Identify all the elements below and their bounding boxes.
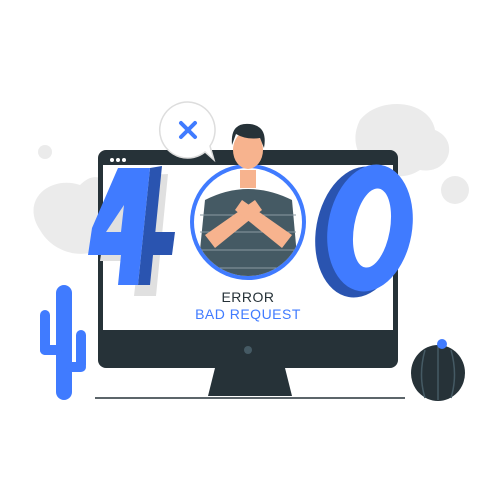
error-400-illustration: ERROR BAD REQUEST	[0, 0, 500, 500]
bad-request-message: BAD REQUEST	[195, 306, 301, 322]
error-label: ERROR	[221, 289, 275, 305]
illustration-canvas	[33, 101, 469, 401]
round-cactus-icon	[411, 339, 465, 401]
monitor-stand	[208, 368, 292, 396]
power-button-icon	[244, 346, 252, 354]
